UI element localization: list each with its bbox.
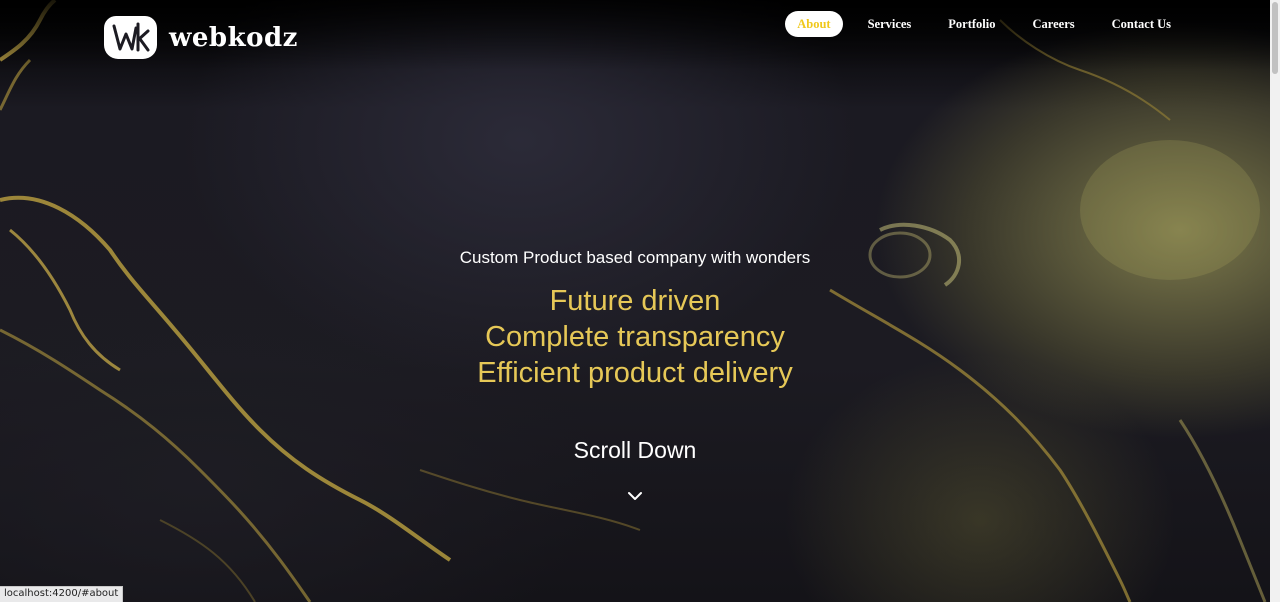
page-scrollbar[interactable]: [1270, 0, 1280, 602]
nav-item-services[interactable]: Services: [856, 11, 924, 37]
scroll-down-label: Scroll Down: [573, 437, 697, 463]
hero-tagline: Custom Product based company with wonder…: [459, 248, 811, 267]
hero-headline-2: Complete transparency: [485, 321, 785, 353]
scrollbar-thumb[interactable]: [1272, 2, 1278, 74]
brand-name: webkodz: [169, 22, 298, 53]
status-bar-url: localhost:4200/#about: [0, 586, 124, 602]
nav-item-portfolio[interactable]: Portfolio: [936, 11, 1007, 37]
brand-logo-link[interactable]: webkodz: [104, 16, 298, 59]
nav-item-contact-us[interactable]: Contact Us: [1100, 11, 1183, 37]
wk-monogram-logo: [104, 16, 157, 59]
nav-item-about[interactable]: About: [785, 11, 843, 37]
nav-item-careers[interactable]: Careers: [1021, 11, 1087, 37]
hero-headline-1: Future driven: [549, 285, 721, 317]
hero-section: Custom Product based company with wonder…: [0, 247, 1270, 391]
page: webkodz About Services Portfolio Careers…: [0, 0, 1280, 602]
chevron-down-icon[interactable]: [627, 490, 643, 502]
main-nav: About Services Portfolio Careers Contact…: [772, 11, 1183, 37]
hero-headline-3: Efficient product delivery: [477, 357, 793, 389]
